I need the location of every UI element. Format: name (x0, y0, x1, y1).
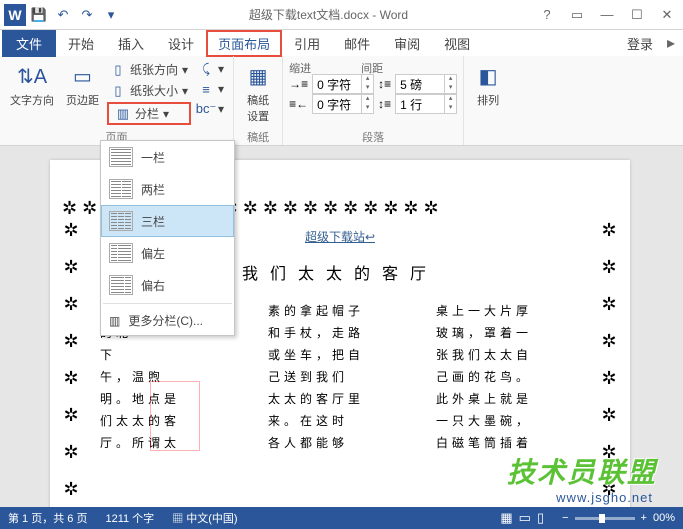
two-column-icon (109, 179, 133, 199)
left-column-icon (109, 243, 133, 263)
manuscript-button[interactable]: ▦ 稿纸 设置 (240, 60, 276, 126)
tab-file[interactable]: 文件 (2, 30, 56, 57)
minimize-icon[interactable]: — (595, 4, 619, 26)
tab-layout[interactable]: 页面布局 (206, 30, 282, 57)
right-column-icon (109, 275, 133, 295)
arrange-button[interactable]: ◧ 排列 (470, 60, 506, 110)
text-direction-icon: ⇅A (18, 62, 46, 90)
tab-mail[interactable]: 邮件 (332, 30, 382, 57)
save-icon[interactable]: 💾 (28, 4, 50, 26)
tab-home[interactable]: 开始 (56, 30, 106, 57)
close-icon[interactable]: ✕ (655, 4, 679, 26)
columns-option-one[interactable]: 一栏 (101, 141, 234, 173)
breaks-button[interactable]: ⤹▾ (195, 60, 227, 78)
columns-option-two[interactable]: 两栏 (101, 173, 234, 205)
spacing-before-icon: ↕≡ (378, 77, 391, 91)
three-column-icon (109, 211, 133, 231)
indent-left-input[interactable]: ▴▾ (312, 74, 374, 94)
breaks-icon: ⤹ (198, 61, 214, 77)
orientation-button[interactable]: ▯ 纸张方向▾ (107, 60, 191, 79)
columns-option-left[interactable]: 偏左 (101, 237, 234, 269)
columns-button[interactable]: ▥ 分栏▾ (107, 102, 191, 125)
orientation-icon: ▯ (110, 62, 126, 78)
size-icon: ▯ (110, 83, 126, 99)
more-columns-icon: ▥ (109, 314, 120, 328)
indent-left-icon: →≡ (289, 77, 308, 91)
indent-right-input[interactable]: ▴▾ (312, 94, 374, 114)
status-lang[interactable]: ▦ 中文(中国) (172, 510, 237, 526)
watermark-url: www.jsgho.net (556, 490, 653, 505)
tab-review[interactable]: 审阅 (382, 30, 432, 57)
zoom-slider[interactable] (575, 517, 635, 520)
paragraph-group-label: 段落 (289, 129, 457, 143)
zoom-level[interactable]: 00% (653, 512, 675, 524)
help-icon[interactable]: ? (535, 4, 559, 26)
login-link[interactable]: 登录 (619, 30, 661, 57)
tab-insert[interactable]: 插入 (106, 30, 156, 57)
indent-right-icon: ≡← (289, 97, 308, 111)
tab-references[interactable]: 引用 (282, 30, 332, 57)
qat-customize-icon[interactable]: ▾ (100, 4, 122, 26)
margins-button[interactable]: ▭ 页边距 (62, 60, 103, 110)
zoom-out-icon[interactable]: − (562, 512, 568, 524)
manuscript-icon: ▦ (244, 62, 272, 90)
maximize-icon[interactable]: ☐ (625, 4, 649, 26)
columns-option-right[interactable]: 偏右 (101, 269, 234, 301)
margins-icon: ▭ (69, 62, 97, 90)
column-2: 素的拿起帽子 和手杖，走路 或坐车，把自 己送到我们 太太的客厅里 来。在这时 … (268, 300, 412, 507)
hyphenation-button[interactable]: bc⁻▾ (195, 100, 227, 118)
collapse-arrow-icon[interactable]: ▸ (661, 33, 681, 53)
columns-icon: ▥ (115, 106, 131, 122)
spacing-before-input[interactable]: ▴▾ (395, 74, 457, 94)
view-read-icon[interactable]: ▭ (519, 510, 531, 526)
watermark-text: 技术员联盟 (507, 451, 657, 491)
word-app-icon: W (4, 4, 26, 26)
view-web-icon[interactable]: ▯ (537, 510, 544, 526)
redo-icon[interactable]: ↷ (76, 4, 98, 26)
undo-icon[interactable]: ↶ (52, 4, 74, 26)
view-print-icon[interactable]: ▦ (500, 510, 512, 526)
columns-more-option[interactable]: ▥ 更多分栏(C)... (101, 306, 234, 335)
window-title: 超级下载text文档.docx - Word (122, 6, 535, 23)
annotation-box (150, 381, 200, 451)
spacing-after-icon: ↕≡ (378, 97, 391, 111)
tab-view[interactable]: 视图 (432, 30, 482, 57)
status-page[interactable]: 第 1 页，共 6 页 (8, 510, 87, 526)
spacing-after-input[interactable]: ▴▾ (395, 94, 457, 114)
columns-dropdown: 一栏 两栏 三栏 偏左 偏右 ▥ 更多分栏(C)... (100, 140, 235, 336)
arrange-icon: ◧ (474, 62, 502, 90)
text-direction-button[interactable]: ⇅A 文字方向 (6, 60, 58, 110)
status-words[interactable]: 1211 个字 (105, 510, 154, 526)
hyphenation-icon: bc⁻ (198, 101, 214, 117)
manuscript-group-label: 稿纸 (240, 129, 276, 143)
page-border-left: ✲✲✲✲✲✲✲✲ (62, 220, 80, 507)
ribbon-options-icon[interactable]: ▭ (565, 4, 589, 26)
columns-option-three[interactable]: 三栏 (101, 205, 234, 237)
zoom-in-icon[interactable]: + (641, 512, 647, 524)
line-numbers-icon: ≡ (198, 81, 214, 97)
size-button[interactable]: ▯ 纸张大小▾ (107, 81, 191, 100)
tab-design[interactable]: 设计 (156, 30, 206, 57)
line-numbers-button[interactable]: ≡▾ (195, 80, 227, 98)
one-column-icon (109, 147, 133, 167)
